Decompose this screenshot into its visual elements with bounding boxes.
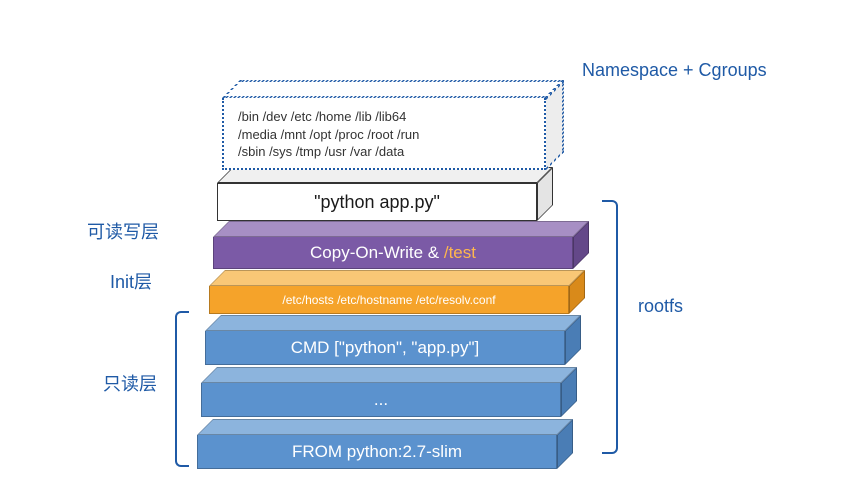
layer-middle: ... (201, 383, 561, 417)
process-text: "python app.py" (314, 192, 440, 213)
cow-prefix: Copy-On-Write & (310, 243, 444, 262)
namespace-cgroups-label: Namespace + Cgroups (582, 60, 767, 81)
init-layer-label: Init层 (110, 268, 152, 294)
cow-text: Copy-On-Write & /test (310, 243, 476, 263)
from-text: FROM python:2.7-slim (292, 442, 462, 462)
middle-text: ... (374, 390, 388, 410)
namespace-box: /bin /dev /etc /home /lib /lib64 /media … (222, 98, 546, 170)
layer-from: FROM python:2.7-slim (197, 435, 557, 469)
rootfs-bracket (602, 200, 618, 454)
ro-layers-bracket (175, 311, 189, 467)
layer-init: /etc/hosts /etc/hostname /etc/resolv.con… (209, 286, 569, 314)
ns-line3: /sbin /sys /tmp /usr /var /data (238, 143, 530, 161)
ns-line2: /media /mnt /opt /proc /root /run (238, 126, 530, 144)
layer-cmd: CMD ["python", "app.py"] (205, 331, 565, 365)
layer-running-process: "python app.py" (217, 183, 537, 221)
layer-copy-on-write: Copy-On-Write & /test (213, 237, 573, 269)
rootfs-label: rootfs (638, 296, 683, 317)
cow-path: /test (444, 243, 476, 262)
ns-line1: /bin /dev /etc /home /lib /lib64 (238, 108, 530, 126)
init-paths-text: /etc/hosts /etc/hostname /etc/resolv.con… (282, 293, 495, 307)
cmd-text: CMD ["python", "app.py"] (291, 338, 480, 358)
rw-layer-label: 可读写层 (87, 218, 159, 244)
ro-layer-label: 只读层 (103, 370, 157, 396)
